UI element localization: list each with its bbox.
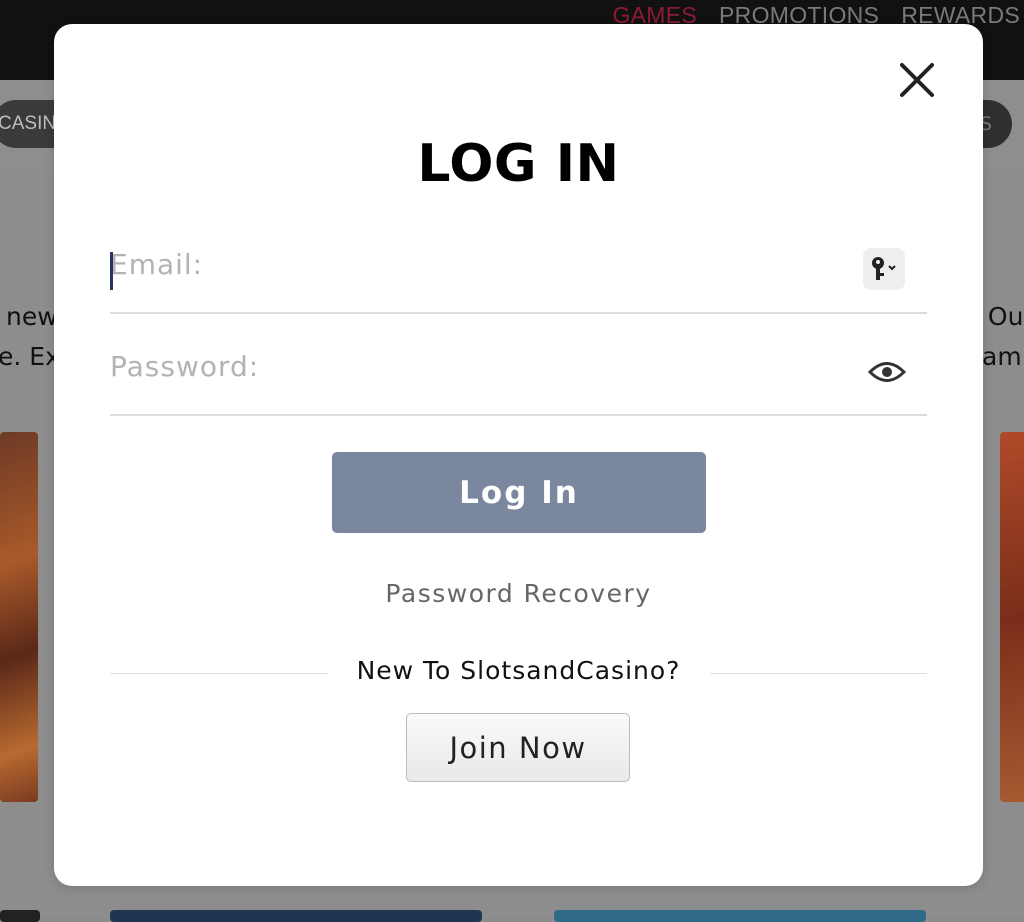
- key-icon[interactable]: [863, 248, 905, 290]
- modal-title: LOG IN: [417, 134, 620, 194]
- intro-text-right-2: am: [982, 342, 1022, 371]
- email-field: [110, 234, 927, 314]
- intro-text-left-2: e. Ex: [0, 342, 60, 371]
- login-modal: LOG IN Log In Password Recovery New To S…: [54, 24, 983, 886]
- join-now-button[interactable]: Join Now: [406, 713, 630, 782]
- game-tile-bottom-3[interactable]: [554, 910, 926, 922]
- close-icon[interactable]: [899, 62, 935, 98]
- intro-text-left-1: new: [6, 302, 58, 331]
- login-button[interactable]: Log In: [332, 452, 706, 533]
- eye-icon[interactable]: [867, 352, 907, 392]
- game-tile-right[interactable]: [1000, 432, 1024, 802]
- signup-prompt: New To SlotsandCasino?: [356, 656, 681, 685]
- password-recovery-link[interactable]: Password Recovery: [54, 579, 983, 608]
- game-tile-bottom-1[interactable]: [0, 910, 40, 922]
- password-input[interactable]: [110, 336, 830, 396]
- game-tile-left[interactable]: [0, 432, 38, 802]
- game-tile-bottom-2[interactable]: [110, 910, 482, 922]
- password-field: [110, 336, 927, 416]
- email-input[interactable]: [110, 234, 830, 294]
- text-caret: [110, 252, 113, 290]
